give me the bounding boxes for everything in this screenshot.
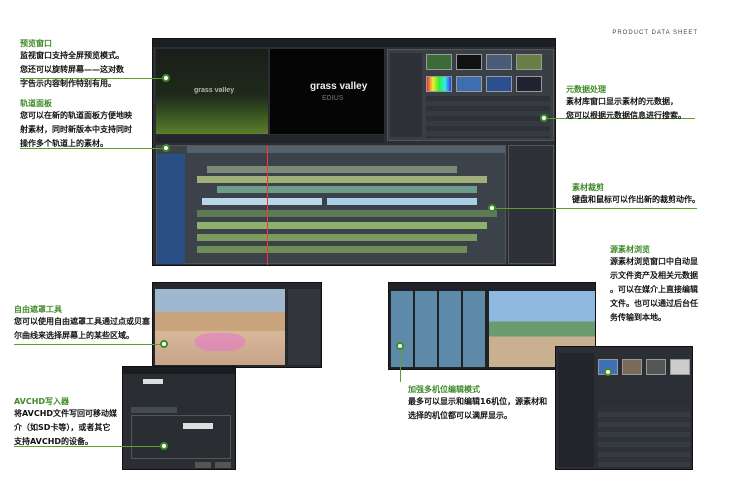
section-title: 素材裁剪 xyxy=(572,183,604,192)
section-line: 务传输到本地。 xyxy=(610,313,666,322)
bin-clip-thumbnail[interactable] xyxy=(426,54,452,70)
section-track: 轨道面板 您可以在新的轨道面板方便地映 射素材，同时新版本中支持同时 操作多个轨… xyxy=(20,98,170,151)
grass-valley-logo-sub: EDIUS xyxy=(322,95,344,102)
callout-dot-trim xyxy=(488,204,496,212)
grass-valley-logo: grass valley xyxy=(310,81,368,92)
info-palette xyxy=(508,145,554,264)
bin-folder-tree xyxy=(390,53,422,137)
timeline-clip[interactable] xyxy=(207,166,457,173)
camera-grid xyxy=(391,291,487,367)
viewer-controls[interactable] xyxy=(156,135,384,143)
product-data-sheet-label: PRODUCT DATA SHEET xyxy=(612,30,698,36)
section-line: 您还可以旋转屏幕——这对数 xyxy=(20,65,124,74)
main-editor-screenshot: grass valley grass valley EDIUS xyxy=(152,38,556,266)
bin-clip-thumbnail[interactable] xyxy=(516,54,542,70)
timeline-clip[interactable] xyxy=(197,234,477,241)
bin-clip-thumbnail[interactable] xyxy=(486,76,512,92)
section-line: 射素材，同时新版本中支持同时 xyxy=(20,125,132,134)
section-browser: 源素材浏览 源素材浏览窗口中自动显 示文件资产及相关元数据 。可以在媒介上直接编… xyxy=(610,244,740,325)
timeline-clip[interactable] xyxy=(202,198,322,205)
timeline-clip[interactable] xyxy=(197,222,487,229)
timeline-clip[interactable] xyxy=(197,210,497,217)
section-title: 轨道面板 xyxy=(20,99,52,108)
browser-thumbnail[interactable] xyxy=(622,359,642,375)
section-line: 将AVCHD文件写回可移动媒 xyxy=(14,409,118,418)
track-headers xyxy=(157,154,185,264)
section-line: 文件。也可以通过后台任 xyxy=(610,299,698,308)
timeline-clip[interactable] xyxy=(197,176,487,183)
callout-dot-multicam xyxy=(396,342,404,350)
section-line: 监视窗口支持全屏预览模式。 xyxy=(20,51,124,60)
ok-button[interactable] xyxy=(195,462,211,468)
section-line: 素材库窗口显示素材的元数据， xyxy=(566,97,678,106)
timeline-clip[interactable] xyxy=(327,198,477,205)
player-viewer: grass valley xyxy=(156,49,268,134)
section-title: 自由遮罩工具 xyxy=(14,305,62,314)
dialog-titlebar xyxy=(123,367,235,374)
section-line: 尔曲线来选择屏幕上的某些区域。 xyxy=(14,331,134,340)
section-mask: 自由遮罩工具 您可以使用自由遮罩工具通过点或贝塞 尔曲线来选择屏幕上的某些区域。 xyxy=(14,304,184,343)
section-title: 源素材浏览 xyxy=(610,245,650,254)
section-line: 选择的机位都可以满屏显示。 xyxy=(408,411,512,420)
dialog-settings-area xyxy=(131,415,231,459)
timeline-panel xyxy=(156,145,506,265)
callout-line-mask xyxy=(14,344,164,345)
section-line: 示文件资产及相关元数据 xyxy=(610,271,698,280)
section-line: 字告示内容制作特别有用。 xyxy=(20,79,116,88)
section-line: 最多可以显示和编辑16机位，源素材和 xyxy=(408,397,548,406)
bin-clip-thumbnail[interactable] xyxy=(456,76,482,92)
section-line: 您可以根据元数据信息进行搜索。 xyxy=(566,111,686,120)
timeline-clip[interactable] xyxy=(217,186,477,193)
browser-thumbnail[interactable] xyxy=(670,359,690,375)
browser-metadata xyxy=(598,407,690,467)
timeline-ruler xyxy=(187,146,505,153)
bin-clip-thumbnail[interactable] xyxy=(456,54,482,70)
browser-thumbnail[interactable] xyxy=(646,359,666,375)
callout-line-trim xyxy=(492,208,697,209)
section-title: 元数据处理 xyxy=(566,85,606,94)
menu-bar xyxy=(153,39,555,47)
dialog-field[interactable] xyxy=(143,379,163,384)
recorder-viewer: grass valley EDIUS xyxy=(270,49,384,134)
section-title: 预览窗口 xyxy=(20,39,52,48)
grass-valley-logo-small: grass valley xyxy=(194,87,235,94)
bin-window xyxy=(387,49,554,141)
section-multicam: 加强多机位编辑模式 最多可以显示和编辑16机位，源素材和 选择的机位都可以满屏显… xyxy=(408,384,558,423)
section-line: 键盘和鼠标可以作出新的裁剪动作。 xyxy=(572,195,700,204)
section-line: 您可以使用自由遮罩工具通过点或贝塞 xyxy=(14,317,150,326)
metadata-list xyxy=(426,96,550,138)
section-trim: 素材裁剪 键盘和鼠标可以作出新的裁剪动作。 xyxy=(572,182,742,207)
callout-line-multicam xyxy=(400,346,401,382)
source-browser-screenshot xyxy=(555,346,693,470)
browser-tree xyxy=(558,353,594,467)
section-avchd: AVCHD写入器 将AVCHD文件写回可移动媒 介（如SD卡等），或者其它 支持… xyxy=(14,396,144,449)
cancel-button[interactable] xyxy=(215,462,231,468)
bin-clip-thumbnail[interactable] xyxy=(426,76,452,92)
callout-dot-metadata xyxy=(540,114,548,122)
section-line: 。可以在媒介上直接编辑 xyxy=(610,285,698,294)
timeline-clip[interactable] xyxy=(197,246,467,253)
section-title: 加强多机位编辑模式 xyxy=(408,385,480,394)
section-line: 介（如SD卡等），或者其它 xyxy=(14,423,111,432)
mask-settings-panel xyxy=(288,289,320,365)
timeline-cursor[interactable] xyxy=(267,146,268,265)
section-preview: 预览窗口 监视窗口支持全屏预览模式。 您还可以旋转屏幕——这对数 字告示内容制作… xyxy=(20,38,170,91)
bin-clip-thumbnail[interactable] xyxy=(516,76,542,92)
mask-region[interactable] xyxy=(195,333,245,351)
section-line: 支持AVCHD的设备。 xyxy=(14,437,94,446)
callout-dot-browser xyxy=(604,368,612,376)
bin-clip-thumbnail[interactable] xyxy=(486,54,512,70)
section-title: AVCHD写入器 xyxy=(14,397,70,406)
section-metadata: 元数据处理 素材库窗口显示素材的元数据， 您可以根据元数据信息进行搜索。 xyxy=(566,84,736,123)
callout-dot-avchd xyxy=(160,442,168,450)
section-line: 操作多个轨道上的素材。 xyxy=(20,139,108,148)
section-line: 您可以在新的轨道面板方便地映 xyxy=(20,111,132,120)
section-line: 源素材浏览窗口中自动显 xyxy=(610,257,698,266)
